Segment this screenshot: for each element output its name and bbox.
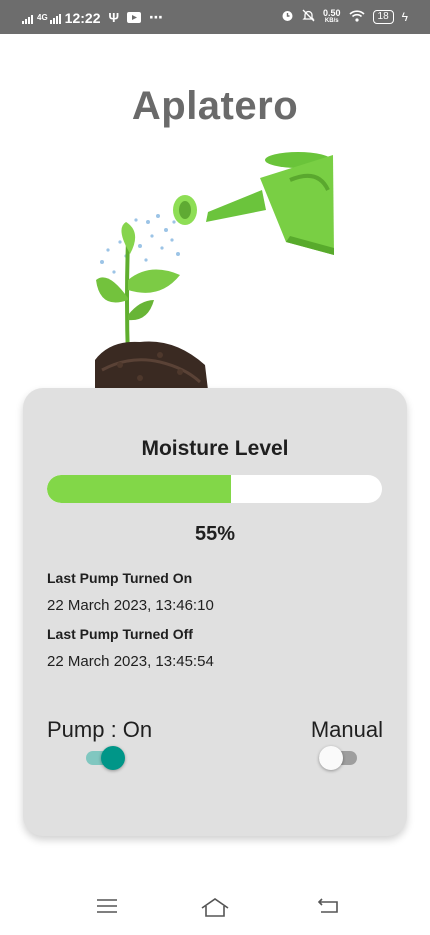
moisture-progress-fill: [47, 475, 232, 503]
status-bar: 4G 12:22 Ψ ⋯ 0.50 KB/s 18 ϟ: [0, 0, 430, 34]
usb-icon: Ψ: [108, 10, 120, 25]
watering-plant-illustration: [95, 152, 334, 390]
mute-icon: [302, 9, 315, 25]
youtube-icon: [127, 10, 142, 26]
charging-icon: ϟ: [401, 10, 408, 24]
manual-toggle-thumb: [319, 746, 343, 770]
home-icon[interactable]: [200, 896, 229, 918]
watering-can-icon: [173, 152, 334, 255]
pump-toggle-thumb: [101, 746, 125, 770]
moisture-title: Moisture Level: [141, 437, 289, 460]
soil-icon: [95, 341, 208, 390]
pump-toggle[interactable]: [86, 746, 126, 770]
wifi-icon: [348, 9, 365, 25]
menu-icon[interactable]: [95, 896, 123, 918]
more-dots-icon: ⋯: [149, 9, 164, 25]
alarm-icon: [281, 9, 294, 25]
app-title: Aplatero: [131, 84, 299, 128]
network-speed: 0.50 KB/s: [323, 9, 341, 25]
back-icon[interactable]: [315, 896, 343, 918]
status-bar-right: 0.50 KB/s 18 ϟ: [281, 9, 408, 25]
manual-toggle[interactable]: [319, 746, 359, 770]
last-on-value: 22 March 2023, 13:46:10: [47, 597, 214, 614]
battery-icon: 18: [372, 10, 394, 24]
last-off-label: Last Pump Turned Off: [47, 626, 193, 642]
signal-icon: [22, 12, 33, 24]
speed-unit: KB/s: [324, 18, 339, 24]
signal-strength-icon: [49, 12, 61, 24]
system-nav-bar: [0, 880, 430, 935]
sprout-icon: [96, 222, 180, 361]
pump-status-label: Pump : On: [47, 717, 153, 742]
last-off-value: 22 March 2023, 13:45:54: [47, 653, 214, 670]
manual-label: Manual: [310, 717, 383, 742]
clock: 12:22: [64, 9, 101, 26]
status-bar-left: 4G 12:22 Ψ ⋯: [22, 9, 163, 26]
last-on-label: Last Pump Turned On: [47, 570, 193, 586]
moisture-percent: 55%: [194, 523, 236, 545]
moisture-progress-bar: [47, 475, 382, 503]
network-type: 4G: [37, 12, 48, 22]
moisture-card: Moisture Level 55% Last Pump Turned On 2…: [23, 388, 407, 836]
